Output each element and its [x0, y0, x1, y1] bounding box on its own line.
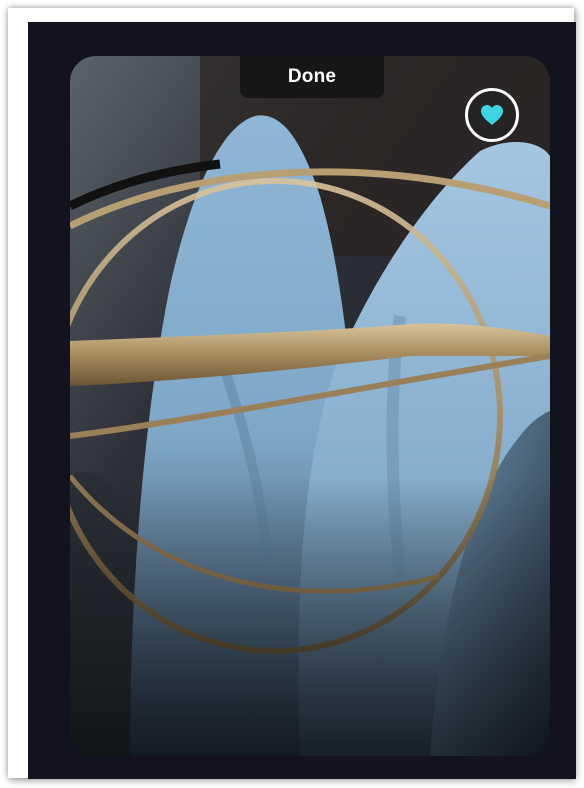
done-button[interactable]: Done — [240, 56, 384, 98]
photo-viewer-screen: Done — [28, 22, 576, 779]
photo-card[interactable]: Done — [70, 56, 550, 756]
favorite-button[interactable] — [465, 88, 519, 142]
photo-image — [70, 56, 550, 756]
screenshot-frame: Done — [8, 8, 576, 779]
heart-icon — [481, 105, 503, 125]
